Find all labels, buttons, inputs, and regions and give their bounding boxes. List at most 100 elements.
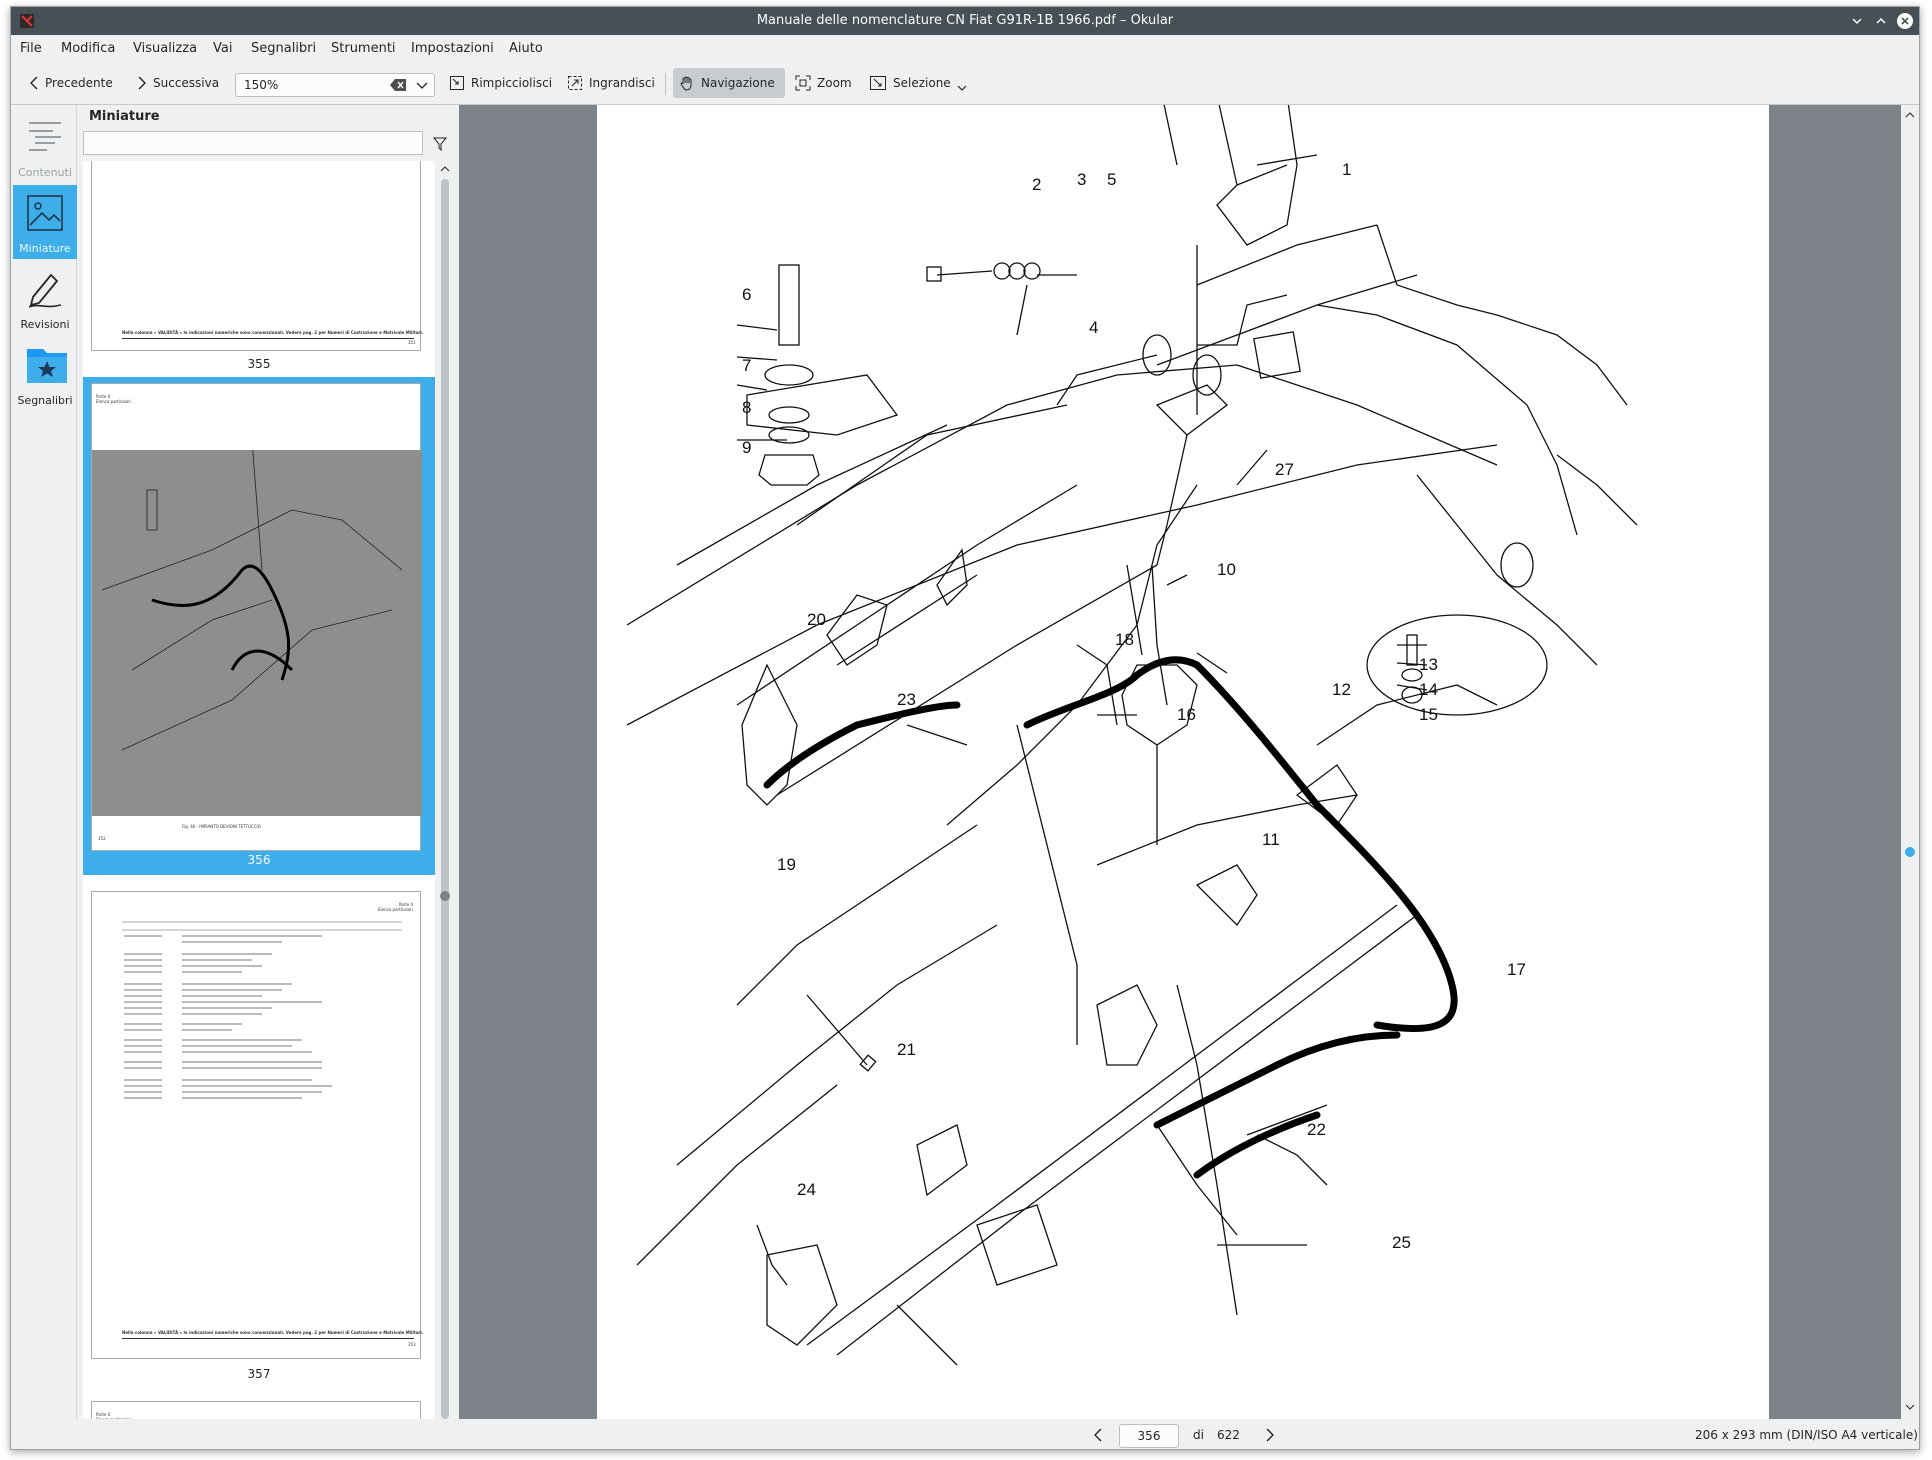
page-number-input[interactable]: 356 <box>1119 1424 1179 1448</box>
thumbnail-footer-text: Nella colonna « VALIDITÀ » le indicazion… <box>122 1330 424 1335</box>
sidebar-item-thumbnails[interactable]: Miniature <box>13 185 77 259</box>
callout-label: 12 <box>1332 680 1351 699</box>
technical-drawing: 1 2 3 4 5 6 7 8 9 10 11 12 13 14 15 16 1 <box>626 105 1638 1366</box>
footer-rule <box>122 338 414 339</box>
thumbnail-page-357[interactable]: Parte II Elenco particolari Nella colonn… <box>91 891 424 1359</box>
minimize-button[interactable] <box>1847 11 1867 31</box>
thumbnail-footer-text: Nella colonna « VALIDITÀ » le indicazion… <box>122 330 424 335</box>
sidebar-item-annotations[interactable]: Revisioni <box>13 261 77 335</box>
previous-page-button[interactable]: Precedente <box>23 68 119 98</box>
callout-label: 13 <box>1419 655 1438 674</box>
chevron-up-icon[interactable] <box>1905 111 1915 119</box>
thumbnail-page-ref: 353 <box>408 1342 416 1347</box>
contents-icon <box>29 122 61 151</box>
footer-rule <box>122 1338 414 1339</box>
scrollbar-position-marker[interactable] <box>1905 847 1915 857</box>
chevron-up-icon[interactable] <box>440 165 450 173</box>
browse-tool-button[interactable]: Navigazione <box>673 68 785 98</box>
callout-label: 16 <box>1177 705 1196 724</box>
zoom-combobox[interactable]: 150% <box>235 73 435 97</box>
chevron-left-icon <box>30 76 38 90</box>
callout-label: 5 <box>1107 170 1116 189</box>
page-of-label: di <box>1193 1428 1204 1442</box>
thumbnails-header: Miniature <box>89 109 160 124</box>
chevron-down-icon[interactable] <box>1905 1403 1915 1411</box>
callout-label: 6 <box>742 285 751 304</box>
filter-icon[interactable] <box>433 137 447 151</box>
menu-visualizza[interactable]: Visualizza <box>133 41 197 56</box>
maximize-button[interactable] <box>1871 11 1891 31</box>
zoom-value: 150% <box>244 78 279 92</box>
total-pages: 622 <box>1217 1428 1240 1442</box>
callout-label: 19 <box>777 855 796 874</box>
selection-tool-button[interactable]: Selezione <box>863 68 973 98</box>
scrollbar-handle[interactable] <box>441 179 449 1419</box>
main-toolbar: Precedente Successiva 150% Rimpicciolisc… <box>11 61 1919 105</box>
menu-modifica[interactable]: Modifica <box>61 41 115 56</box>
document-viewport[interactable]: 1 2 3 4 5 6 7 8 9 10 11 12 13 14 15 16 1 <box>459 105 1919 1419</box>
thumbnails-panel: Miniature Nella colonna « VALIDITÀ » le … <box>81 105 457 1449</box>
callout-label: 2 <box>1032 175 1041 194</box>
callout-label: 18 <box>1115 630 1134 649</box>
bookmarks-icon <box>27 349 67 383</box>
selection-label: Selezione <box>893 76 951 90</box>
thumbnail-page-ref: 352 <box>98 836 106 841</box>
menu-vai[interactable]: Vai <box>213 41 232 56</box>
chevron-down-icon[interactable] <box>416 82 428 90</box>
document-scrollbar[interactable] <box>1901 105 1919 1419</box>
callout-label: 14 <box>1419 680 1438 699</box>
scrollbar-grip[interactable] <box>440 891 450 901</box>
zoom-tool-button[interactable]: Zoom <box>789 68 858 98</box>
status-bar: 356 di 622 206 x 293 mm (DIN/ISO A4 vert… <box>11 1419 1919 1449</box>
callout-label: 15 <box>1419 705 1438 724</box>
zoom-in-icon <box>568 76 582 90</box>
thumbnail-page-ref: 351 <box>408 340 416 345</box>
thumbnail-page-356[interactable]: Parte II Elenco particolari Fig. 46 - IM… <box>91 383 422 851</box>
callout-label: 20 <box>807 610 826 629</box>
callout-label: 17 <box>1507 960 1526 979</box>
thumbnail-page-355[interactable]: Nella colonna « VALIDITÀ » le indicazion… <box>91 161 424 351</box>
close-window-button[interactable] <box>1895 11 1915 31</box>
sidebar-item-label: Contenuti <box>18 166 72 179</box>
clear-icon[interactable] <box>390 79 406 91</box>
chevron-right-icon <box>138 76 146 90</box>
thumbnail-drawing <box>92 450 422 816</box>
enlarge-button[interactable]: Ingrandisci <box>561 68 661 98</box>
menu-aiuto[interactable]: Aiuto <box>509 41 543 56</box>
callout-label: 10 <box>1217 560 1236 579</box>
thumbnail-search-input[interactable] <box>83 131 423 155</box>
callout-label: 22 <box>1307 1120 1326 1139</box>
menu-impostazioni[interactable]: Impostazioni <box>411 41 494 56</box>
zoom-select-icon <box>795 75 811 91</box>
chevron-down-icon <box>957 85 967 91</box>
callout-label: 21 <box>897 1040 916 1059</box>
zoom-out-icon <box>450 76 464 90</box>
sidebar-item-label: Revisioni <box>20 318 70 331</box>
menu-file[interactable]: File <box>20 41 42 56</box>
annotations-icon <box>28 273 62 308</box>
thumbnail-header-text: Parte II Elenco particolari <box>378 902 413 912</box>
selection-icon <box>870 76 886 90</box>
callout-label: 9 <box>742 438 751 457</box>
thumbnail-caption: Fig. 46 - IMPIANTO DEVIONI TETTUCCIO <box>182 824 261 829</box>
next-page-icon[interactable] <box>1265 1428 1275 1442</box>
zoom-tool-label: Zoom <box>817 76 852 90</box>
thumbnail-number: 357 <box>247 1367 271 1381</box>
previous-page-icon[interactable] <box>1093 1428 1103 1442</box>
sidebar-item-bookmarks[interactable]: Segnalibri <box>13 337 77 411</box>
shrink-button[interactable]: Rimpicciolisci <box>443 68 558 98</box>
callout-label: 7 <box>742 356 751 375</box>
page-size-label: 206 x 293 mm (DIN/ISO A4 verticale) <box>1695 1428 1918 1442</box>
thumbnail-header-text: Parte II Elenco particolari <box>96 394 131 404</box>
next-page-button[interactable]: Successiva <box>131 68 225 98</box>
callout-label: 4 <box>1089 318 1098 337</box>
enlarge-label: Ingrandisci <box>589 76 655 90</box>
sidebar-item-contents[interactable]: Contenuti <box>13 109 77 183</box>
thumbnail-number: 356 <box>247 853 271 867</box>
next-label: Successiva <box>153 76 220 90</box>
chevron-up-icon <box>1876 17 1886 24</box>
menu-bar: File Modifica Visualizza Vai Segnalibri … <box>11 35 1919 61</box>
menu-strumenti[interactable]: Strumenti <box>331 41 396 56</box>
menu-segnalibri[interactable]: Segnalibri <box>251 41 316 56</box>
thumbnail-scrollbar[interactable] <box>437 161 453 1449</box>
